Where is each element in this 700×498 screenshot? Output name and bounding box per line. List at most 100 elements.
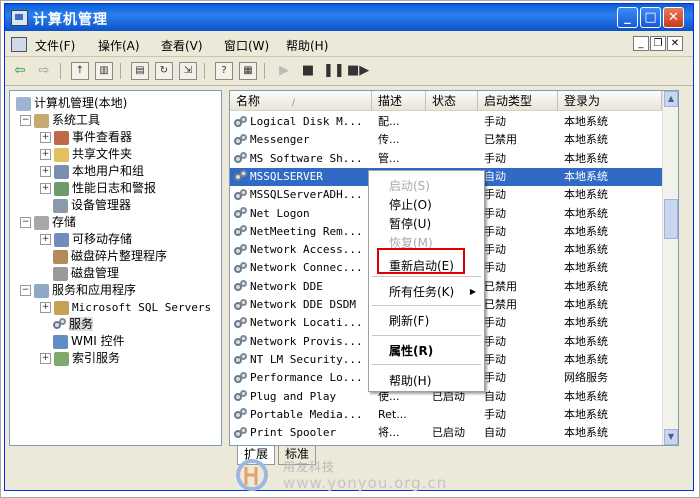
cell-startup: 手动 [484,113,556,131]
help-icon[interactable]: ? [215,62,233,80]
tree-item-removable-storage[interactable]: + 可移动存储 [40,231,132,248]
table-row[interactable]: Messenger 传... 已禁用 本地系统 [230,131,678,149]
cell-text: 手动 [484,352,506,366]
context-menu-item-help[interactable]: 帮助(H) [369,372,484,390]
up-one-level-icon[interactable]: ↑ [71,62,89,80]
tree-item-disk-management[interactable]: 磁盘管理 [53,265,119,282]
removable-storage-icon [54,232,69,247]
vertical-scrollbar[interactable]: ▲ ▼ [662,91,678,445]
tree-item-local-users-groups[interactable]: + 本地用户和组 [40,163,144,180]
collapse-icon[interactable]: − [20,285,31,296]
mdi-minimize-button[interactable]: _ [633,36,649,51]
cell-logon: 本地系统 [564,205,660,223]
title-bar[interactable]: 计算机管理 _ □ ✕ [5,4,693,31]
pause-service-icon[interactable]: ❚❚ [323,62,345,80]
column-header-name[interactable]: 名称 / [230,91,372,111]
tree-item-services[interactable]: 服务 [53,316,94,333]
context-menu-item-refresh[interactable]: 刷新(F) [369,312,484,330]
forward-arrow-icon[interactable]: ⇨ [35,62,53,80]
menu-help[interactable]: 帮助(H) [286,37,328,54]
tree-item-computer-management[interactable]: 计算机管理(本地) [16,95,127,112]
column-header-logon-as[interactable]: 登录为 [558,91,662,111]
service-gear-icon [234,371,248,385]
table-row[interactable]: Portable Media... Ret... 手动 本地系统 [230,406,678,424]
cell-startup: 手动 [484,333,556,351]
tree-item-sql-servers[interactable]: + Microsoft SQL Servers [40,299,211,316]
table-row[interactable]: Print Spooler 将... 已启动 自动 本地系统 [230,424,678,442]
tree-item-disk-defragmenter[interactable]: 磁盘碎片整理程序 [53,248,167,265]
cell-startup: 手动 [484,205,556,223]
menu-file[interactable]: 文件(F) [35,37,75,54]
context-menu-item-pause[interactable]: 暂停(U) [369,215,484,233]
tree-item-shared-folders[interactable]: + 共享文件夹 [40,146,132,163]
tree-item-system-tools[interactable]: − 系统工具 [20,112,100,129]
tree-item-device-manager[interactable]: 设备管理器 [53,197,131,214]
restart-service-icon[interactable]: ■▶ [347,62,369,80]
close-button[interactable]: ✕ [663,7,684,28]
expand-icon[interactable]: + [40,302,51,313]
services-gear-icon [53,318,67,331]
show-hide-console-tree-icon[interactable]: ▥ [95,62,113,80]
cell-text: Network Access... [250,243,363,257]
cell-startup: 自动 [484,168,556,186]
cell-text: Net Logon [250,206,310,220]
cell-text: Logical Disk M... [250,115,363,128]
cell-text: 本地系统 [564,334,608,348]
back-arrow-icon[interactable]: ⇦ [11,62,29,80]
menu-separator [372,276,481,277]
event-viewer-icon [54,130,69,145]
stop-service-icon[interactable]: ■ [299,62,317,80]
cell-text: 本地系统 [564,243,608,257]
column-header-status[interactable]: 状态 [426,91,478,111]
mmc-system-icon[interactable] [11,37,27,52]
scroll-up-arrow-icon[interactable]: ▲ [664,91,678,107]
cell-name: MSSQLSERVER [234,168,370,186]
show-hide-action-pane-icon[interactable]: ▦ [239,62,257,80]
toolbox-icon [34,113,49,128]
context-menu-item-all-tasks[interactable]: 所有任务(K) ▶ [369,283,484,301]
expand-icon[interactable]: + [40,234,51,245]
tree-item-storage[interactable]: − 存储 [20,214,76,231]
minimize-button[interactable]: _ [617,7,638,28]
cell-logon: 网络服务 [564,369,660,387]
cell-name: NetMeeting Rem... [234,223,370,241]
tree-item-indexing-service[interactable]: + 索引服务 [40,350,120,367]
cell-startup: 自动 [484,424,556,442]
mdi-restore-button[interactable]: ❐ [650,36,666,51]
refresh-icon[interactable]: ↻ [155,62,173,80]
cell-name: Logical Disk M... [234,113,370,131]
properties-icon[interactable]: ▤ [131,62,149,80]
mdi-close-button[interactable]: ✕ [667,36,683,51]
scroll-thumb[interactable] [664,199,678,239]
menu-window[interactable]: 窗口(W) [224,37,269,54]
tree-item-performance-logs[interactable]: + 性能日志和警报 [40,180,156,197]
table-row[interactable]: Logical Disk M... 配... 手动 本地系统 [230,113,678,131]
cell-text: 配... [378,115,400,128]
expand-icon[interactable]: + [40,353,51,364]
column-header-description[interactable]: 描述 [372,91,426,111]
tree-item-event-viewer[interactable]: + 事件查看器 [40,129,132,146]
cell-text: 本地系统 [564,279,608,293]
context-menu-item-properties[interactable]: 属性(R) [369,342,484,360]
context-menu-item-stop[interactable]: 停止(O) [369,196,484,214]
maximize-button[interactable]: □ [640,7,661,28]
export-list-icon[interactable]: ⇲ [179,62,197,80]
menu-action[interactable]: 操作(A) [98,37,140,54]
tree-item-services-applications[interactable]: − 服务和应用程序 [20,282,136,299]
collapse-icon[interactable]: − [20,115,31,126]
menu-view[interactable]: 查看(V) [161,37,203,54]
expand-icon[interactable]: + [40,149,51,160]
table-row[interactable]: MS Software Sh... 管... 手动 本地系统 [230,150,678,168]
expand-icon[interactable]: + [40,183,51,194]
context-menu-item-start[interactable]: 启动(S) [369,177,484,195]
collapse-icon[interactable]: − [20,217,31,228]
tree-item-wmi-control[interactable]: WMI 控件 [53,333,125,350]
column-header-startup-type[interactable]: 启动类型 [478,91,558,111]
start-service-icon[interactable]: ▶ [275,62,293,80]
expand-icon[interactable]: + [40,132,51,143]
cell-name: Network Provis... [234,333,370,351]
scroll-down-arrow-icon[interactable]: ▼ [664,429,678,445]
performance-icon [54,181,69,196]
cell-text: 将... [378,426,400,440]
expand-icon[interactable]: + [40,166,51,177]
